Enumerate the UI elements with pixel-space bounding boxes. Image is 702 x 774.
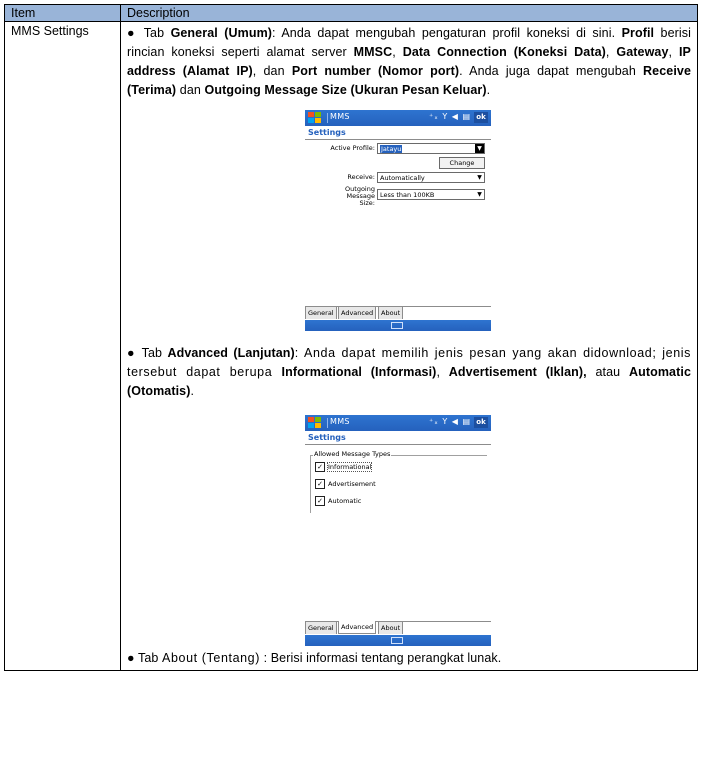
bullet: ● (127, 346, 137, 360)
tab-about[interactable]: About (378, 307, 404, 319)
description-cell: ● Tab General (Umum): Anda dapat menguba… (120, 21, 698, 671)
checkmark-icon: ✓ (315, 479, 325, 489)
informational-checkbox[interactable]: ✓ Informational (315, 462, 373, 472)
chevron-down-icon: ▼ (475, 144, 484, 153)
windows-start-icon[interactable] (307, 416, 323, 430)
keyboard-icon[interactable] (391, 322, 403, 329)
about-label: About (Tentang) (162, 651, 260, 665)
header-item: Item (4, 4, 121, 22)
option-label: Informational (326, 462, 373, 472)
item-cell: MMS Settings (4, 21, 121, 671)
checkmark-icon: ✓ (315, 462, 325, 472)
chevron-down-icon: ▼ (477, 174, 482, 181)
outgoing-size-value: Less than 100KB (380, 191, 435, 199)
text: , (605, 45, 617, 59)
active-profile-select[interactable]: Jatayu ▼ (377, 143, 485, 154)
receive-value: Automatically (380, 174, 425, 182)
outgoing-label-line2: Size: (359, 199, 375, 207)
general-tab-paragraph: ● Tab General (Umum): Anda dapat menguba… (127, 24, 691, 100)
tab-general[interactable]: General (305, 622, 337, 634)
bold-text: Port number (Nomor port) (291, 64, 460, 78)
text: . (190, 384, 195, 398)
tab-strip: General Advanced About (305, 306, 491, 320)
text: : Berisi informasi tentang perangkat lun… (260, 651, 502, 665)
menu-bar (305, 635, 491, 646)
windows-start-icon[interactable] (307, 111, 323, 125)
outgoing-size-label: Outgoing Message Size: (315, 186, 375, 207)
text: . Anda juga dapat mengubah (459, 64, 644, 78)
allowed-types-label: Allowed Message Types (313, 450, 392, 458)
advertisement-checkbox[interactable]: ✓ Advertisement (315, 479, 376, 489)
option-label: Automatic (328, 497, 362, 505)
automatic-checkbox[interactable]: ✓ Automatic (315, 496, 361, 506)
general-tab-screenshot: MMS ⁺ₓ Y ◀ ▤ ok Settings Active Profile:… (305, 110, 491, 332)
app-title: MMS (330, 417, 350, 426)
screen-title: Settings (308, 128, 346, 137)
bullet: ● (127, 26, 138, 40)
tab-general[interactable]: General (305, 307, 337, 319)
tab-about[interactable]: About (378, 622, 404, 634)
text: atau (586, 365, 629, 379)
bold-text: Outgoing Message Size (Ukuran Pesan Kelu… (204, 83, 487, 97)
outgoing-size-select[interactable]: Less than 100KB ▼ (377, 189, 485, 200)
about-tab-paragraph: ● Tab About (Tentang) : Berisi informasi… (127, 649, 691, 668)
bold-text: MMSC (353, 45, 393, 59)
table-header-row: Item Description (4, 4, 698, 22)
screen-title: Settings (308, 433, 346, 442)
bold-text: Informational (Informasi) (281, 365, 437, 379)
tab-strip: General Advanced About (305, 621, 491, 635)
settings-table: Item Description MMS Settings ● Tab Gene… (4, 4, 698, 671)
bold-text: General (Umum) (170, 26, 273, 40)
status-icons: ⁺ₓ Y ◀ ▤ (429, 112, 471, 121)
tab-advanced[interactable]: Advanced (338, 621, 377, 634)
receive-label: Receive: (347, 173, 375, 181)
ok-button[interactable]: ok (474, 417, 488, 428)
option-label: Advertisement (328, 480, 376, 488)
app-title: MMS (330, 112, 350, 121)
text: : Anda dapat mengubah pengaturan profil … (272, 26, 622, 40)
checkmark-icon: ✓ (315, 496, 325, 506)
advanced-tab-screenshot: MMS ⁺ₓ Y ◀ ▤ ok Settings Allowed Message… (305, 415, 491, 647)
text: Tab (141, 346, 168, 360)
text: , (392, 45, 403, 59)
bold-text: Advertisement (Iklan), (448, 365, 587, 379)
advanced-tab-paragraph: ● Tab Advanced (Lanjutan): Anda dapat me… (127, 344, 691, 401)
text: , (668, 45, 679, 59)
title-bar: MMS ⁺ₓ Y ◀ ▤ ok (305, 110, 491, 126)
ok-button[interactable]: ok (474, 112, 488, 123)
bold-text: Data Connection (Koneksi Data) (402, 45, 606, 59)
bold-text: Gateway (616, 45, 669, 59)
text: Tab (143, 26, 171, 40)
tab-advanced[interactable]: Advanced (338, 307, 377, 319)
active-profile-label: Active Profile: (330, 144, 375, 152)
keyboard-icon[interactable] (391, 637, 403, 644)
bold-text: Advanced (Lanjutan) (167, 346, 295, 360)
receive-select[interactable]: Automatically ▼ (377, 172, 485, 183)
text: . (486, 83, 491, 97)
outgoing-label-line1: Outgoing Message (345, 185, 375, 200)
bullet: ● (127, 651, 135, 665)
menu-bar (305, 320, 491, 331)
active-profile-value: Jatayu (380, 145, 403, 153)
chevron-down-icon: ▼ (477, 191, 482, 198)
title-bar: MMS ⁺ₓ Y ◀ ▤ ok (305, 415, 491, 431)
text: , dan (252, 64, 292, 78)
table-row: MMS Settings ● Tab General (Umum): Anda … (4, 21, 698, 671)
status-icons: ⁺ₓ Y ◀ ▤ (429, 417, 471, 426)
change-button[interactable]: Change (439, 157, 485, 169)
header-description: Description (120, 4, 698, 22)
bold-text: Profil (621, 26, 655, 40)
text: dan (176, 83, 205, 97)
text: Tab (138, 651, 163, 665)
text: , (436, 365, 449, 379)
